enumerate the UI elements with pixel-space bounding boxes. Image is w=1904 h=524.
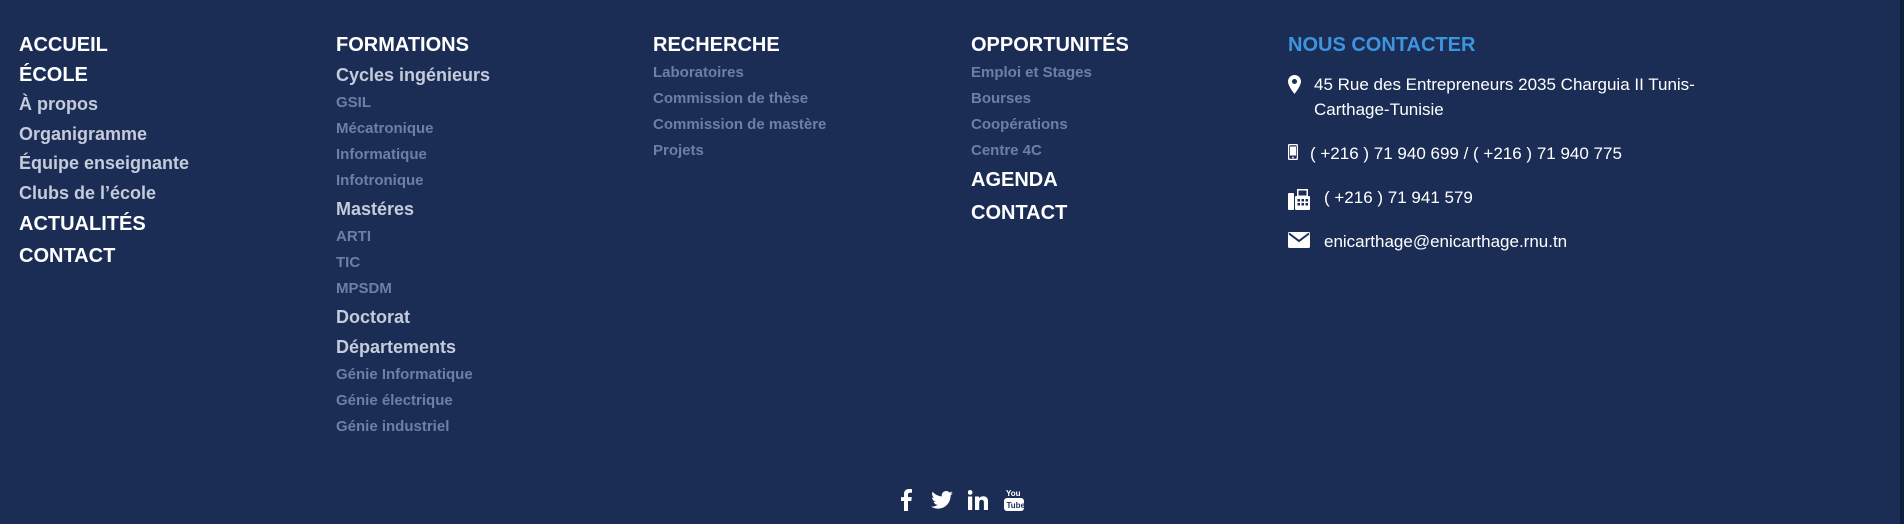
scrollbar[interactable] xyxy=(1900,0,1904,524)
contact-link[interactable]: CONTACT xyxy=(19,240,319,272)
youtube-icon[interactable]: You Tube xyxy=(996,486,1032,514)
phone-row: ( +216 ) 71 940 699 / ( +216 ) 71 940 77… xyxy=(1288,141,1708,166)
footer-column-opportunites: OPPORTUNITÉS Emploi et Stages Bourses Co… xyxy=(971,30,1271,230)
projets-link[interactable]: Projets xyxy=(653,138,953,164)
tic-link[interactable]: TIC xyxy=(336,250,636,276)
contact-link-2[interactable]: CONTACT xyxy=(971,197,1271,230)
masteres-link[interactable]: Mastéres xyxy=(336,194,636,224)
clubs-link[interactable]: Clubs de l’école xyxy=(19,179,319,209)
footer-column-recherche: RECHERCHE Laboratoires Commission de thè… xyxy=(653,30,953,164)
agenda-link[interactable]: AGENDA xyxy=(971,164,1271,197)
doctorat-link[interactable]: Doctorat xyxy=(336,302,636,332)
cycles-ingenieurs-link[interactable]: Cycles ingénieurs xyxy=(336,60,636,90)
infotronique-link[interactable]: Infotronique xyxy=(336,168,636,194)
phone-text[interactable]: ( +216 ) 71 940 699 / ( +216 ) 71 940 77… xyxy=(1310,141,1708,166)
email-link[interactable]: enicarthage@enicarthage.rnu.tn xyxy=(1324,229,1708,254)
cooperations-link[interactable]: Coopérations xyxy=(971,112,1271,138)
mpsdm-link[interactable]: MPSDM xyxy=(336,276,636,302)
linkedin-icon[interactable] xyxy=(960,486,996,514)
equipe-enseignante-link[interactable]: Équipe enseignante xyxy=(19,149,319,179)
commission-these-link[interactable]: Commission de thèse xyxy=(653,86,953,112)
centre-4c-link[interactable]: Centre 4C xyxy=(971,138,1271,164)
footer-column-formations: FORMATIONS Cycles ingénieurs GSIL Mécatr… xyxy=(336,30,636,440)
address-text: 45 Rue des Entrepreneurs 2035 Charguia I… xyxy=(1314,75,1695,119)
envelope-icon xyxy=(1288,229,1324,248)
mecatronique-link[interactable]: Mécatronique xyxy=(336,116,636,142)
genie-informatique-link[interactable]: Génie Informatique xyxy=(336,362,636,388)
formations-heading-link[interactable]: FORMATIONS xyxy=(336,30,636,60)
commission-mastere-link[interactable]: Commission de mastère xyxy=(653,112,953,138)
genie-electrique-link[interactable]: Génie électrique xyxy=(336,388,636,414)
bourses-link[interactable]: Bourses xyxy=(971,86,1271,112)
organigramme-link[interactable]: Organigramme xyxy=(19,120,319,150)
svg-text:Tube: Tube xyxy=(1007,501,1025,510)
email-row: enicarthage@enicarthage.rnu.tn xyxy=(1288,229,1708,254)
mobile-phone-icon xyxy=(1288,141,1310,160)
arti-link[interactable]: ARTI xyxy=(336,224,636,250)
fax-icon xyxy=(1288,185,1324,210)
actualites-link[interactable]: ACTUALITÉS xyxy=(19,208,319,240)
facebook-icon[interactable] xyxy=(888,486,924,514)
emploi-stages-link[interactable]: Emploi et Stages xyxy=(971,60,1271,86)
recherche-heading-link[interactable]: RECHERCHE xyxy=(653,30,953,60)
svg-text:You: You xyxy=(1006,489,1021,498)
genie-industriel-link[interactable]: Génie industriel xyxy=(336,414,636,440)
laboratoires-link[interactable]: Laboratoires xyxy=(653,60,953,86)
accueil-link[interactable]: ACCUEIL xyxy=(19,30,319,60)
footer-column-contact: NOUS CONTACTER 45 Rue des Entrepreneurs … xyxy=(1288,30,1708,254)
address-row: 45 Rue des Entrepreneurs 2035 Charguia I… xyxy=(1288,72,1708,122)
departements-link[interactable]: Départements xyxy=(336,332,636,362)
twitter-icon[interactable] xyxy=(924,486,960,514)
opportunites-heading-link[interactable]: OPPORTUNITÉS xyxy=(971,30,1271,60)
footer-column-ecole: ACCUEIL ÉCOLE À propos Organigramme Équi… xyxy=(19,30,319,272)
social-links: You Tube xyxy=(888,486,1032,514)
fax-row: ( +216 ) 71 941 579 xyxy=(1288,185,1708,210)
gsil-link[interactable]: GSIL xyxy=(336,90,636,116)
contact-heading: NOUS CONTACTER xyxy=(1288,34,1476,56)
informatique-link[interactable]: Informatique xyxy=(336,142,636,168)
footer: ACCUEIL ÉCOLE À propos Organigramme Équi… xyxy=(0,0,1904,524)
fax-text: ( +216 ) 71 941 579 xyxy=(1324,188,1473,207)
ecole-link[interactable]: ÉCOLE xyxy=(19,60,319,90)
a-propos-link[interactable]: À propos xyxy=(19,90,319,120)
map-marker-icon xyxy=(1288,72,1314,94)
